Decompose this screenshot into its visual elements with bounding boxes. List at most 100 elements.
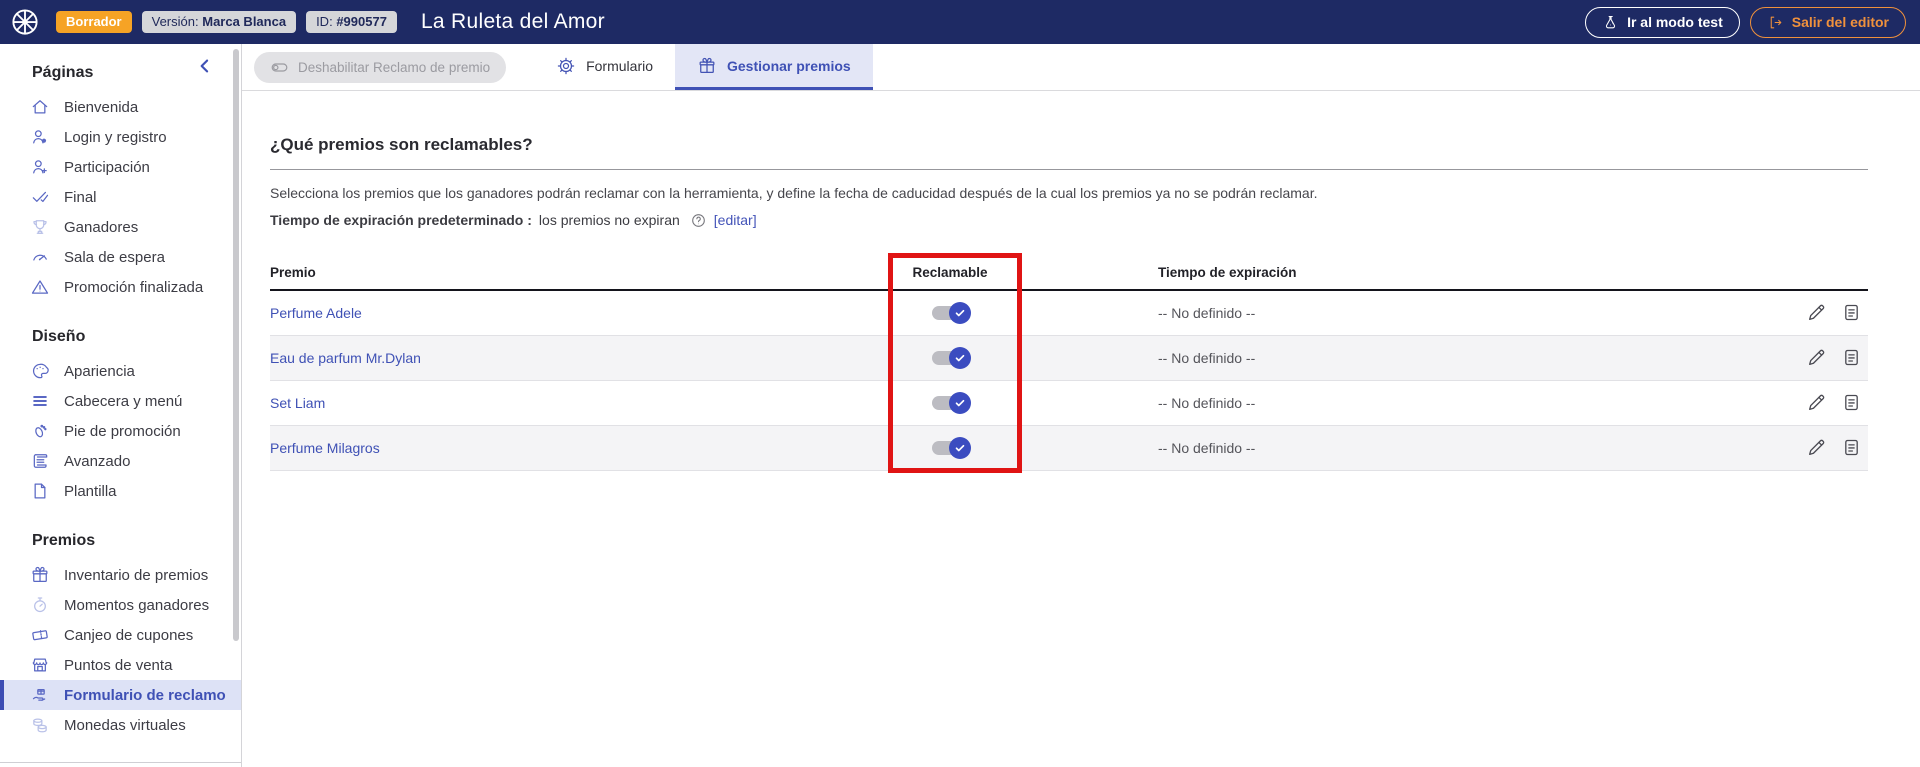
section-title: Diseño xyxy=(32,328,86,345)
expiration-value: -- No definido -- xyxy=(1158,439,1256,456)
disable-claim-button[interactable]: Deshabilitar Reclamo de premio xyxy=(254,51,507,83)
tab-gestionar-premios[interactable]: Gestionar premios xyxy=(675,44,873,90)
sidebar-item-canjeo-de-cupones[interactable]: Canjeo de cupones xyxy=(0,620,241,650)
column-header-premio: Premio xyxy=(270,265,316,280)
claimable-toggle[interactable] xyxy=(932,436,971,459)
sidebar-item-avanzado[interactable]: Avanzado xyxy=(0,446,241,476)
sidebar-item-cabecera-y-menu[interactable]: Cabecera y menú xyxy=(0,386,241,416)
sidebar-section-premios: Premios Inventario de premios Momentos g… xyxy=(0,532,241,740)
coins-icon xyxy=(33,718,47,733)
prize-link[interactable]: Eau de parfum Mr.Dylan xyxy=(270,350,421,366)
gauge-icon xyxy=(33,254,47,261)
toggle-icon xyxy=(271,62,288,72)
test-mode-button[interactable]: Ir al modo test xyxy=(1585,6,1740,38)
tab-formulario[interactable]: Formulario xyxy=(534,44,675,90)
promotion-title: La Ruleta del Amor xyxy=(420,10,605,33)
check-icon xyxy=(949,391,971,414)
prizes-table: Premio Reclamable Tiempo de expiración P… xyxy=(270,257,1868,471)
check-icon xyxy=(949,436,971,459)
sidebar-item-apariencia[interactable]: Apariencia xyxy=(0,356,241,386)
sidebar-item-pie-de-promocion[interactable]: Pie de promoción xyxy=(0,416,241,446)
claimable-toggle[interactable] xyxy=(932,346,971,369)
sidebar-item-inventario-de-premios[interactable]: Inventario de premios xyxy=(0,560,241,590)
clipboard-list-icon[interactable] xyxy=(1841,347,1862,368)
expiration-value: -- No definido -- xyxy=(1158,349,1256,366)
prize-link[interactable]: Perfume Adele xyxy=(270,305,362,321)
footprint-icon xyxy=(35,424,47,438)
table-header-row: Premio Reclamable Tiempo de expiración xyxy=(270,257,1868,291)
store-icon xyxy=(32,658,48,672)
exit-editor-button[interactable]: Salir del editor xyxy=(1749,6,1906,38)
chevron-left-icon[interactable] xyxy=(195,56,215,76)
pencil-icon[interactable] xyxy=(1806,392,1827,413)
menu-icon xyxy=(33,396,47,406)
home-icon xyxy=(32,100,48,114)
section-title: Premios xyxy=(32,532,96,549)
divider xyxy=(270,169,1868,170)
sidebar-item-sala-de-espera[interactable]: Sala de espera xyxy=(0,242,241,272)
clipboard-list-icon[interactable] xyxy=(1841,392,1862,413)
prize-link[interactable]: Perfume Milagros xyxy=(270,440,380,456)
gear-icon xyxy=(557,57,575,74)
sidebar-item-monedas-virtuales[interactable]: Monedas virtuales xyxy=(0,710,241,740)
sidebar-item-bienvenida[interactable]: Bienvenida xyxy=(0,92,241,122)
user-plus-icon xyxy=(33,160,47,174)
sidebar-section-paginas: Páginas Bienvenida Login y registro Part… xyxy=(0,64,241,302)
script-icon xyxy=(33,454,48,468)
table-row: Eau de parfum Mr.Dylan -- No definido -- xyxy=(270,335,1868,381)
roulette-wheel-icon xyxy=(12,9,38,35)
id-badge: ID: #990577 xyxy=(306,10,397,34)
sidebar-section-diseno: Diseño Apariencia Cabecera y menú Pie de… xyxy=(0,328,241,506)
clipboard-list-icon[interactable] xyxy=(1841,302,1862,323)
sidebar-item-formulario-de-reclamo[interactable]: Formulario de reclamo xyxy=(0,680,241,710)
edit-expiration-link[interactable]: [editar] xyxy=(714,212,757,228)
expiration-value: -- No definido -- xyxy=(1158,394,1256,411)
trophy-icon xyxy=(33,220,47,234)
description-text: Selecciona los premios que los ganadores… xyxy=(270,185,1318,201)
pencil-icon[interactable] xyxy=(1806,302,1827,323)
status-badge: Borrador xyxy=(56,10,132,34)
sidebar-item-momentos-ganadores[interactable]: Momentos ganadores xyxy=(0,590,241,620)
user-badge-icon xyxy=(33,130,47,144)
question-circle-icon[interactable] xyxy=(690,212,707,229)
table-row: Perfume Adele -- No definido -- xyxy=(270,290,1868,336)
sidebar-item-participacion[interactable]: Participación xyxy=(0,152,241,182)
sidebar: Páginas Bienvenida Login y registro Part… xyxy=(0,44,242,767)
check-icon xyxy=(949,301,971,324)
check-icon xyxy=(949,346,971,369)
gift-icon xyxy=(699,57,715,73)
sidebar-item-puntos-de-venta[interactable]: Puntos de venta xyxy=(0,650,241,680)
coupon-icon xyxy=(32,630,48,641)
page-title: ¿Qué premios son reclamables? xyxy=(270,135,533,154)
claim-form-icon xyxy=(32,689,46,701)
claimable-prizes-panel: ¿Qué premios son reclamables? Selecciona… xyxy=(242,91,1920,767)
warning-icon xyxy=(31,280,49,294)
exit-icon xyxy=(1770,16,1782,28)
sidebar-item-promocion-finalizada[interactable]: Promoción finalizada xyxy=(0,272,241,302)
file-icon xyxy=(34,483,46,499)
sidebar-item-plantilla[interactable]: Plantilla xyxy=(0,476,241,506)
prize-link[interactable]: Set Liam xyxy=(270,395,325,411)
sidebar-scrollbar[interactable] xyxy=(233,49,239,641)
top-bar: Borrador Versión: Marca Blanca ID: #9905… xyxy=(0,0,1920,44)
claimable-toggle[interactable] xyxy=(932,391,971,414)
stopwatch-icon xyxy=(34,597,46,613)
clipboard-list-icon[interactable] xyxy=(1841,437,1862,458)
table-row: Set Liam -- No definido -- xyxy=(270,380,1868,426)
palette-icon xyxy=(32,363,49,379)
expiration-value: -- No definido -- xyxy=(1158,304,1256,321)
gift-icon xyxy=(32,566,48,582)
version-badge: Versión: Marca Blanca xyxy=(141,10,297,34)
sidebar-item-login-y-registro[interactable]: Login y registro xyxy=(0,122,241,152)
pencil-icon[interactable] xyxy=(1806,437,1827,458)
table-row: Perfume Milagros -- No definido -- xyxy=(270,425,1868,471)
sidebar-item-final[interactable]: Final xyxy=(0,182,241,212)
pencil-icon[interactable] xyxy=(1806,347,1827,368)
main-content: Deshabilitar Reclamo de premio Formulari… xyxy=(242,44,1920,767)
claimable-toggle[interactable] xyxy=(932,301,971,324)
double-check-icon xyxy=(32,191,49,203)
tabs-bar: Deshabilitar Reclamo de premio Formulari… xyxy=(242,44,1920,91)
column-header-tiempo-de-expiracion: Tiempo de expiración xyxy=(1158,265,1297,280)
sidebar-item-ganadores[interactable]: Ganadores xyxy=(0,212,241,242)
expiration-default-line: Tiempo de expiración predeterminado : lo… xyxy=(270,212,757,229)
